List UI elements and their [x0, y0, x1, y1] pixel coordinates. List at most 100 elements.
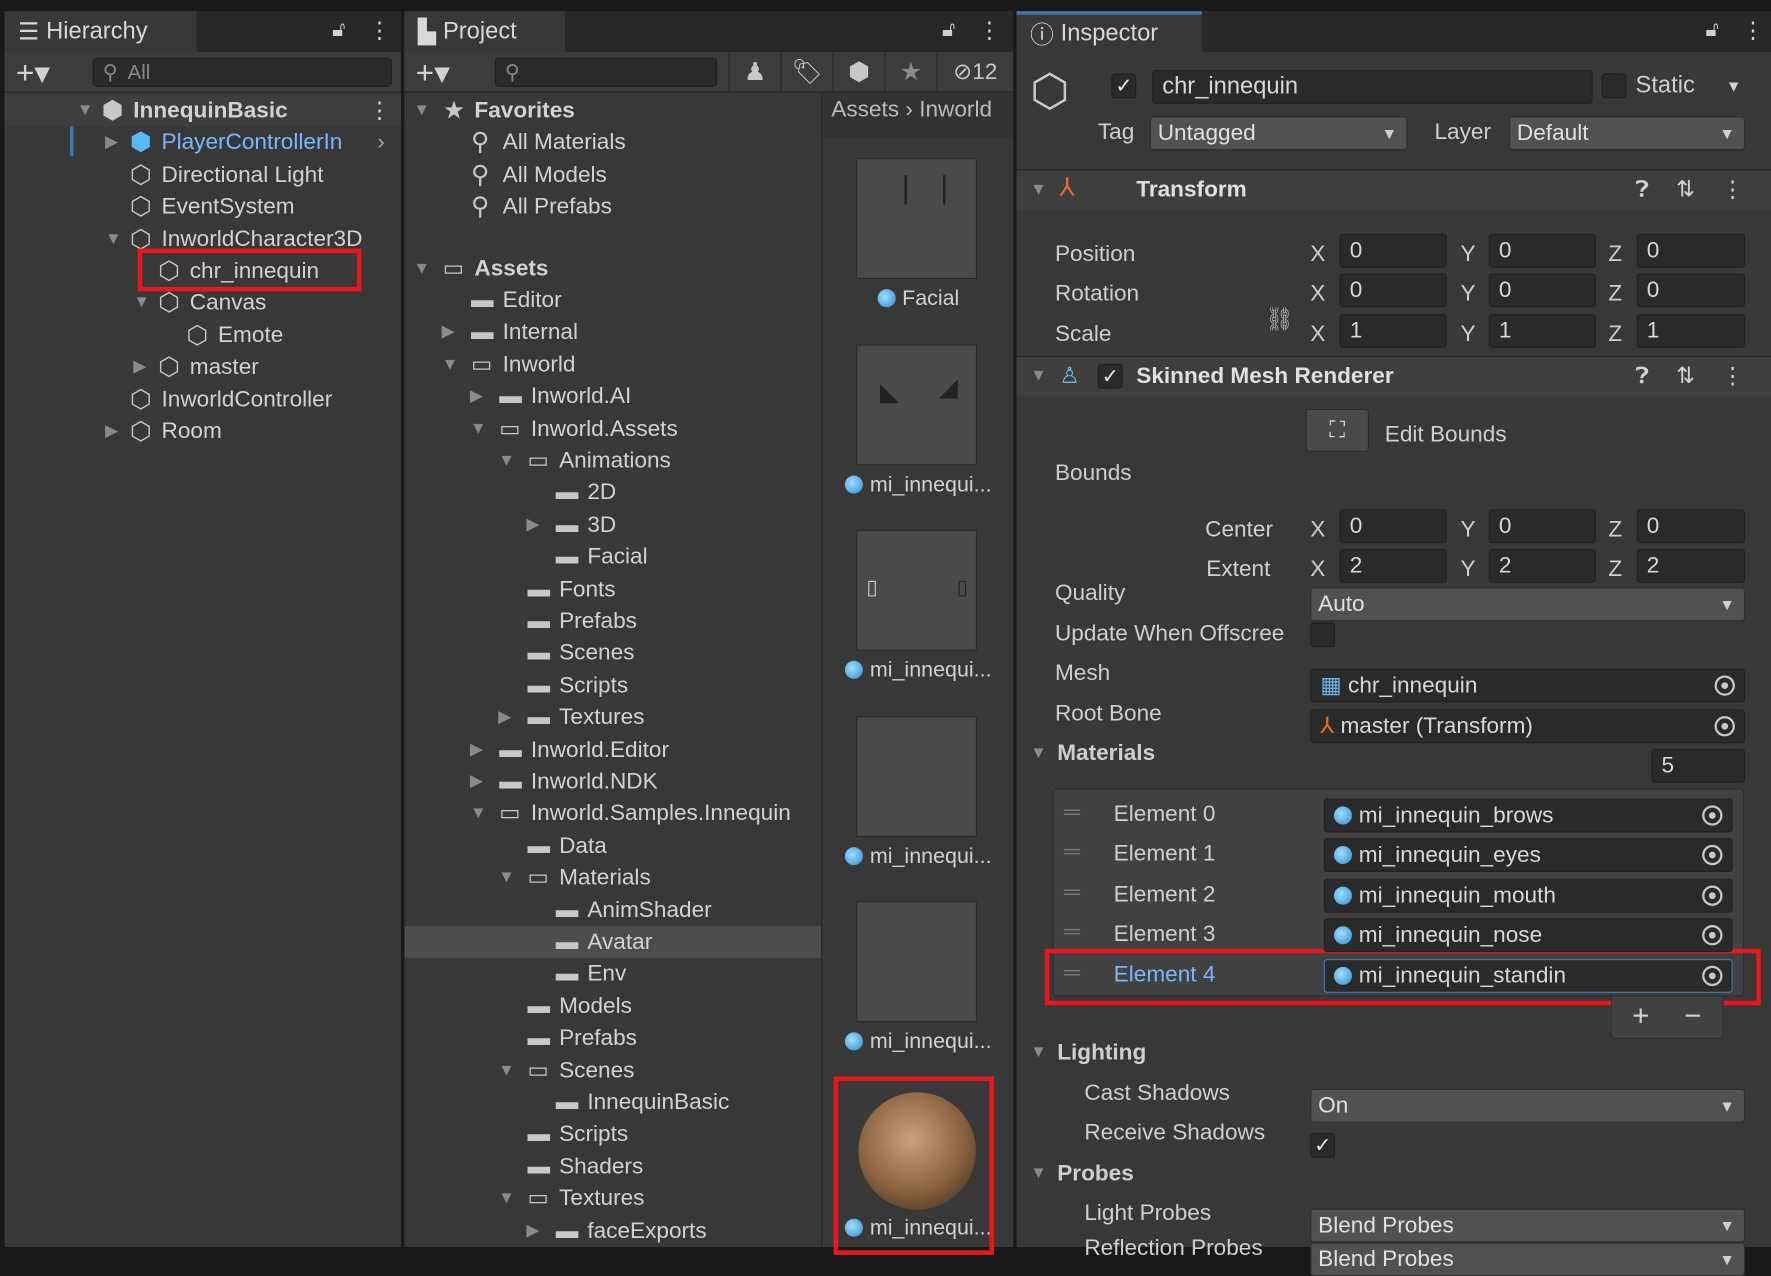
tab-hierarchy[interactable]: ☰ Hierarchy — [4, 11, 197, 52]
root-bone-field[interactable]: ⅄ master (Transform) — [1310, 709, 1746, 744]
filter-label-icon[interactable]: 🏷︎ — [780, 51, 832, 93]
more-icon[interactable]: ⋮ — [368, 95, 391, 127]
drag-handle-icon[interactable]: ═ — [1064, 960, 1080, 986]
tree-item[interactable]: ▬ Editor — [404, 285, 821, 317]
help-icon[interactable]: ❓︎ — [1636, 177, 1650, 203]
cast-shadows-dropdown[interactable]: On — [1310, 1088, 1746, 1123]
add-icon[interactable]: +▾ — [416, 54, 450, 91]
collapsed-arrow-icon[interactable]: ▶ — [470, 734, 483, 766]
lock-icon[interactable]: 🔓︎ — [942, 18, 955, 42]
enabled-checkbox[interactable]: ✓ — [1097, 363, 1123, 389]
tree-item[interactable]: ▼ ★ Favorites — [404, 95, 821, 127]
tree-item[interactable]: ▶ ⬢ PlayerControllerIn › — [5, 127, 401, 159]
tree-item[interactable]: ▬ 2D — [404, 477, 821, 509]
tree-item[interactable]: ▼ ▭ Materials — [404, 862, 821, 894]
object-picker-icon[interactable] — [1702, 885, 1723, 906]
tree-item[interactable]: ▬ InnequinBasic — [404, 1087, 821, 1119]
collapsed-arrow-icon[interactable]: ▶ — [498, 702, 511, 734]
tree-item[interactable]: ▼ ▭ Textures — [404, 1183, 821, 1215]
skinned-mesh-renderer-header[interactable]: ▼ ♙ ✓ Skinned Mesh Renderer ❓︎ ⇅ ⋮ — [1016, 355, 1771, 397]
tree-item[interactable]: ▬ Scripts — [404, 670, 821, 702]
tree-item[interactable]: ▶ ⬡ Room — [5, 416, 401, 448]
tree-item[interactable]: ▬ Fonts — [404, 573, 821, 605]
edit-bounds-button[interactable]: ⛶ — [1305, 408, 1369, 452]
tree-item[interactable]: ▬ Scripts — [404, 1119, 821, 1151]
more-icon[interactable]: ⋮ — [1721, 361, 1744, 389]
rotation-x-input[interactable]: 0 — [1339, 273, 1447, 308]
tree-item[interactable]: ▬ Env — [404, 958, 821, 990]
tree-item[interactable]: ▶ ▬ Inworld.Editor — [404, 734, 821, 766]
tree-item[interactable]: ▼ ▭ Inworld — [404, 349, 821, 381]
quality-dropdown[interactable]: Auto — [1310, 587, 1746, 622]
object-picker-icon[interactable] — [1702, 925, 1723, 946]
transform-header[interactable]: ▼ ⅄ Transform ❓︎ ⇅ ⋮ — [1016, 169, 1771, 211]
tree-item[interactable]: ▬ Prefabs — [404, 1022, 821, 1054]
expanded-arrow-icon[interactable]: ▼ — [498, 862, 515, 894]
drag-handle-icon[interactable]: ═ — [1064, 880, 1080, 906]
extent-z-input[interactable]: 2 — [1636, 548, 1746, 583]
asset-item[interactable]: mi_innequi... — [822, 715, 1014, 885]
collapsed-arrow-icon[interactable]: ▶ — [105, 416, 118, 448]
drag-handle-icon[interactable]: ═ — [1064, 800, 1080, 826]
tree-item[interactable]: ▼ ▭ Assets — [404, 253, 821, 285]
object-picker-icon[interactable] — [1702, 845, 1723, 866]
favorite-star-icon[interactable]: ★ — [884, 51, 936, 93]
static-checkbox[interactable] — [1601, 73, 1627, 99]
more-icon[interactable]: ⋮ — [368, 16, 391, 44]
tree-item[interactable]: ▼ ▭ Inworld.Assets — [404, 413, 821, 445]
material-element-field[interactable]: mi_innequin_mouth — [1323, 878, 1733, 913]
center-x-input[interactable]: 0 — [1339, 509, 1447, 544]
expanded-arrow-icon[interactable]: ▼ — [77, 95, 94, 127]
expanded-arrow-icon[interactable]: ▼ — [413, 95, 430, 127]
collapsed-arrow-icon[interactable]: ▶ — [526, 509, 539, 541]
tree-item[interactable]: ▶ ▬ faceExports — [404, 1215, 821, 1247]
more-icon[interactable]: ⋮ — [978, 16, 1001, 44]
tree-item[interactable]: ▬ Avatar — [404, 926, 822, 958]
tree-item[interactable]: ▬ AnimShader — [404, 894, 821, 926]
tree-item[interactable]: ▬ Shaders — [404, 1151, 821, 1183]
add-element-icon[interactable]: + — [1632, 998, 1649, 1033]
tree-item[interactable]: ⬡ InworldController — [5, 384, 401, 416]
filter-type-icon[interactable]: ♟ — [728, 51, 781, 93]
expanded-arrow-icon[interactable]: ▼ — [498, 445, 515, 477]
scale-z-input[interactable]: 1 — [1636, 314, 1746, 348]
object-picker-icon[interactable] — [1702, 965, 1723, 986]
expanded-arrow-icon[interactable]: ▼ — [133, 287, 150, 319]
expanded-arrow-icon[interactable]: ▼ — [470, 413, 487, 445]
collapsed-arrow-icon[interactable]: ▶ — [133, 351, 146, 383]
tag-dropdown[interactable]: Untagged — [1149, 116, 1408, 151]
collapsed-arrow-icon[interactable]: ▶ — [470, 381, 483, 413]
remove-element-icon[interactable]: − — [1684, 998, 1701, 1033]
drag-handle-icon[interactable]: ═ — [1064, 920, 1080, 946]
tree-item[interactable]: ▼ ⬢ InnequinBasic ⋮ — [4, 94, 401, 127]
tree-item[interactable]: ⚲ All Prefabs — [404, 191, 821, 223]
static-dropdown-icon[interactable]: ▼ — [1726, 77, 1742, 95]
breadcrumb-inworld[interactable]: Inworld — [919, 97, 992, 122]
tree-item[interactable]: ▼ ⬡ Canvas — [5, 287, 401, 319]
tree-item[interactable]: ▼ ▭ Animations — [404, 445, 821, 477]
extent-x-input[interactable]: 2 — [1339, 548, 1447, 583]
layer-dropdown[interactable]: Default — [1509, 116, 1746, 151]
lighting-collapse-arrow-icon[interactable]: ▼ — [1030, 1043, 1047, 1062]
position-z-input[interactable]: 0 — [1636, 233, 1746, 268]
material-element-field[interactable]: mi_innequin_standin — [1323, 958, 1733, 993]
object-picker-icon[interactable] — [1714, 716, 1735, 737]
probes-collapse-arrow-icon[interactable]: ▼ — [1030, 1163, 1047, 1182]
center-z-input[interactable]: 0 — [1636, 509, 1746, 544]
tree-item[interactable]: ▼ ▭ Inworld.Samples.Innequin — [404, 798, 821, 830]
asset-item[interactable]: mi_innequi... — [822, 901, 1014, 1070]
materials-collapse-arrow-icon[interactable]: ▼ — [1030, 743, 1047, 762]
tree-item[interactable]: ⚲ All Models — [404, 159, 821, 191]
hierarchy-search-input[interactable]: ⚲ All — [92, 57, 392, 87]
reflection-probes-dropdown[interactable]: Blend Probes — [1310, 1242, 1746, 1276]
asset-item[interactable]: ◣ ◢ mi_innequi... — [822, 343, 1014, 513]
object-picker-icon[interactable] — [1702, 805, 1723, 826]
tree-item[interactable]: ▬ Prefabs — [404, 605, 821, 637]
tree-item[interactable]: ▼ ▭ Scenes — [404, 1054, 821, 1086]
breadcrumb-assets[interactable]: Assets — [831, 97, 899, 122]
hidden-packages-button[interactable]: ⊘12 — [936, 51, 1013, 93]
add-icon[interactable]: +▾ — [16, 54, 50, 91]
constrain-proportions-icon[interactable]: ⛓︎ — [1265, 305, 1294, 333]
expanded-arrow-icon[interactable]: ▼ — [442, 349, 459, 381]
lock-icon[interactable]: 🔓︎ — [332, 18, 345, 42]
